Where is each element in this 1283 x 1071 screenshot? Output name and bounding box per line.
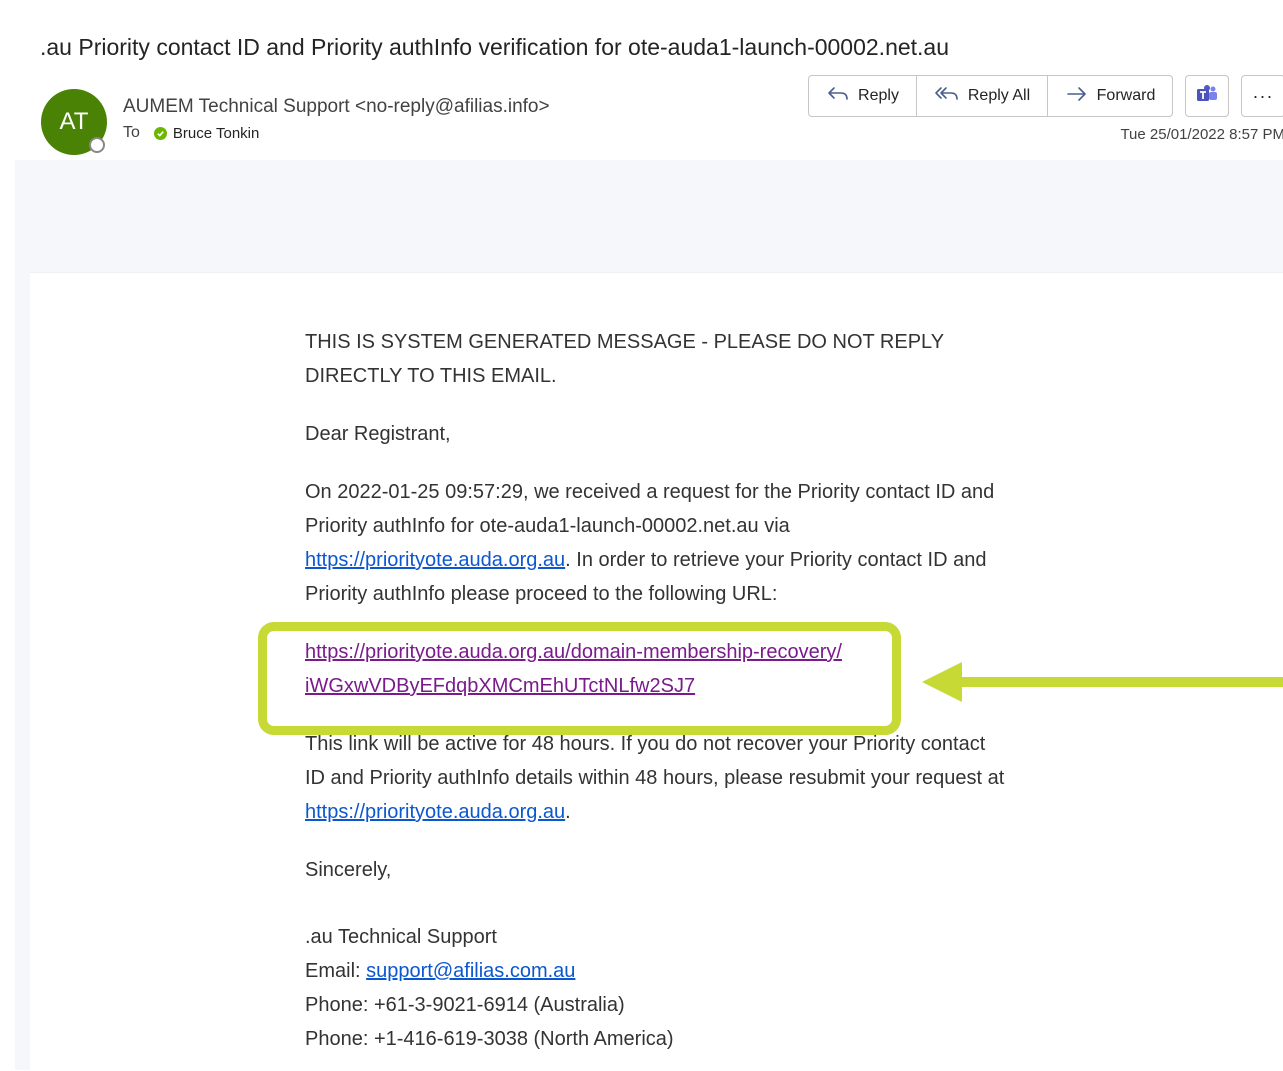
teams-icon xyxy=(1196,84,1218,109)
link-highlight-box xyxy=(258,622,901,735)
expiry-period: . xyxy=(565,801,571,823)
signature-email: Email: support@afilias.com.au xyxy=(305,954,1005,988)
reply-label: Reply xyxy=(858,87,899,104)
reply-icon xyxy=(826,85,850,108)
expiry-paragraph: This link will be active for 48 hours. I… xyxy=(305,727,1005,829)
recipient-name[interactable]: Bruce Tonkin xyxy=(173,125,259,142)
to-label: To xyxy=(123,124,140,141)
more-actions-button[interactable]: ··· xyxy=(1241,75,1283,117)
phone-australia: Phone: +61-3-9021-6914 (Australia) xyxy=(305,994,625,1016)
response-actions: Reply Reply All Forward xyxy=(808,75,1173,117)
available-status-icon xyxy=(153,126,167,140)
presence-status-icon xyxy=(89,137,105,153)
email-subject: .au Priority contact ID and Priority aut… xyxy=(40,34,950,60)
forward-label: Forward xyxy=(1096,87,1156,104)
greeting: Dear Registrant, xyxy=(305,423,451,445)
closing: Sincerely, xyxy=(305,859,392,881)
request-text: On 2022-01-25 09:57:29, we received a re… xyxy=(305,481,995,537)
resubmit-link[interactable]: https://priorityote.auda.org.au xyxy=(305,801,565,823)
forward-button[interactable]: Forward xyxy=(1048,76,1172,116)
reply-all-icon xyxy=(934,85,960,108)
email-label: Email: xyxy=(305,960,367,982)
signature-name: .au Technical Support xyxy=(305,926,497,948)
priority-portal-link[interactable]: https://priorityote.auda.org.au xyxy=(305,549,565,571)
pointer-arrow-icon xyxy=(920,660,1283,709)
expiry-text: This link will be active for 48 hours. I… xyxy=(305,733,1005,789)
reply-all-button[interactable]: Reply All xyxy=(917,76,1048,116)
support-email-link[interactable]: support@afilias.com.au xyxy=(366,960,575,982)
recipient-line: To Bruce Tonkin xyxy=(123,124,259,142)
received-date: Tue 25/01/2022 8:57 PM xyxy=(1120,126,1283,143)
reply-all-label: Reply All xyxy=(967,87,1031,104)
teams-chat-button[interactable] xyxy=(1185,75,1229,117)
forward-arrow-icon xyxy=(1065,85,1089,108)
system-notice: THIS IS SYSTEM GENERATED MESSAGE - PLEAS… xyxy=(305,331,944,387)
phone-north-america: Phone: +1-416-619-3038 (North America) xyxy=(305,1028,674,1050)
reply-button[interactable]: Reply xyxy=(809,76,917,116)
request-paragraph: On 2022-01-25 09:57:29, we received a re… xyxy=(305,475,1005,611)
sender-name[interactable]: AUMEM Technical Support <no-reply@afilia… xyxy=(123,96,550,118)
avatar-initials: AT xyxy=(59,108,89,135)
